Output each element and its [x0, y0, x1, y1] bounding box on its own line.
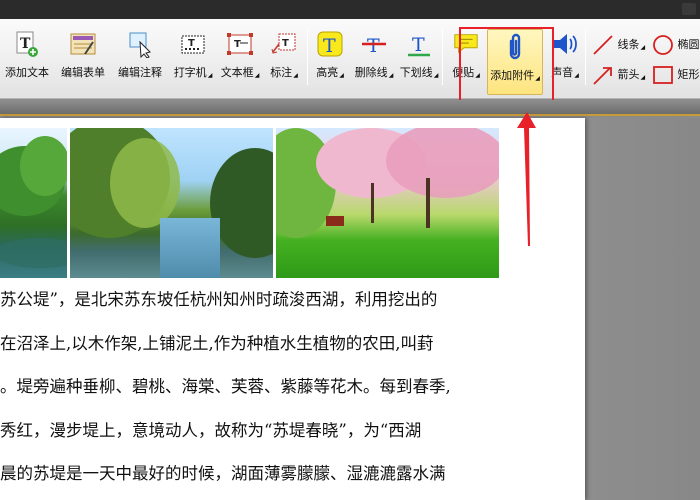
- ruler-bar: [0, 100, 700, 116]
- textbox-button[interactable]: T 文本框◢: [217, 27, 263, 85]
- toolbar-separator: [307, 29, 308, 85]
- underline-button[interactable]: T 下划线◢: [399, 27, 439, 85]
- svg-text:T: T: [282, 38, 289, 49]
- callout-icon: T: [270, 30, 298, 58]
- add-text-button[interactable]: T 添加文本: [2, 27, 52, 85]
- edit-annotation-button[interactable]: 编辑注释: [114, 27, 166, 85]
- paperclip-icon: [501, 33, 529, 61]
- comment-toolbar: T 添加文本 编辑表单 编辑注释 T 打字机◢ T 文本框◢ T 标注◢ T 高…: [0, 19, 700, 99]
- rectangle-icon: [653, 66, 673, 84]
- document-page[interactable]: 苏公堤”，是北宋苏东坡任杭州知州时疏浚西湖，利用挖出的 在沼泽上,以木作架,上铺…: [0, 118, 585, 500]
- strikethrough-icon: T: [360, 30, 388, 58]
- svg-text:T: T: [188, 38, 195, 49]
- sound-button[interactable]: 声音◢: [547, 27, 583, 85]
- sticky-note-button[interactable]: 便贴◢: [447, 27, 485, 85]
- svg-text:T: T: [367, 35, 380, 57]
- svg-text:T: T: [323, 35, 336, 57]
- typewriter-button[interactable]: T 打字机◢: [171, 27, 215, 85]
- paragraph-line: 晨的苏堤是一天中最好的时候，湖面薄雾朦朦、湿漉漉露水满: [0, 464, 446, 483]
- paragraph-line: 在沼泽上,以木作架,上铺泥土,作为种植水生植物的农田,叫葑: [0, 334, 434, 353]
- ellipse-icon: [653, 35, 673, 55]
- arrow-tool[interactable]: 箭头◢: [592, 64, 645, 86]
- svg-text:T: T: [412, 34, 425, 56]
- photo-willow-lake: [0, 128, 67, 278]
- highlight-icon: T: [316, 30, 344, 58]
- sticky-note-icon: [452, 30, 480, 58]
- title-bar: [0, 0, 700, 19]
- edit-form-button[interactable]: 编辑表单: [58, 27, 108, 85]
- ellipse-tool[interactable]: 椭圆: [652, 34, 700, 56]
- edit-form-icon: [69, 30, 97, 58]
- arrow-icon: [593, 67, 612, 85]
- speaker-icon: [551, 30, 579, 58]
- rectangle-tool[interactable]: 矩形: [652, 64, 700, 86]
- window-control[interactable]: [682, 3, 696, 15]
- svg-text:T: T: [234, 39, 241, 50]
- toolbar-separator: [585, 29, 586, 85]
- add-attachment-button[interactable]: 添加附件◢: [487, 29, 543, 95]
- underline-icon: T: [405, 30, 433, 58]
- red-pointer-arrow-icon: [517, 112, 536, 246]
- line-icon: [593, 35, 613, 55]
- toolbar-separator: [442, 29, 443, 85]
- highlight-button[interactable]: T 高亮◢: [312, 27, 348, 85]
- textbox-icon: T: [226, 30, 254, 58]
- strikethrough-button[interactable]: T 删除线◢: [351, 27, 397, 85]
- photo-canal-willows: [70, 128, 273, 278]
- line-tool[interactable]: 线条◢: [592, 34, 645, 56]
- edit-annotation-icon: [126, 30, 154, 58]
- paragraph-line: 苏公堤”，是北宋苏东坡任杭州知州时疏浚西湖，利用挖出的: [0, 290, 438, 309]
- paragraph-line: 秀红，漫步堤上，意境动人，故称为“苏堤春晓”，为“西湖: [0, 421, 422, 440]
- add-text-icon: T: [13, 30, 41, 58]
- callout-button[interactable]: T 标注◢: [265, 27, 303, 85]
- paragraph-line: 。堤旁遍种垂柳、碧桃、海棠、芙蓉、紫藤等花木。每到春季,: [0, 377, 451, 396]
- photo-blossom-park: [276, 128, 499, 278]
- typewriter-icon: T: [179, 30, 207, 58]
